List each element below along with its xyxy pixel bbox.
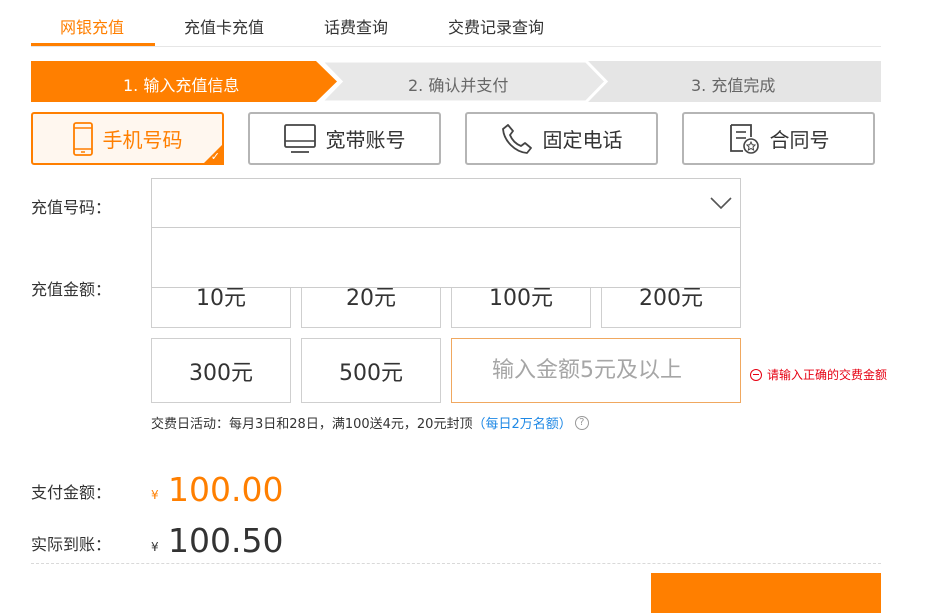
type-card-landline[interactable]: 固定电话: [465, 112, 658, 165]
tab-payment-records[interactable]: 交费记录查询: [448, 14, 544, 38]
pay-currency: ¥: [151, 488, 159, 502]
error-icon: [750, 368, 762, 381]
number-select[interactable]: [151, 178, 741, 228]
type-card-label: 宽带账号: [325, 128, 406, 152]
amount-label: 充值金额：: [31, 280, 112, 299]
promo-quota-link[interactable]: （每日2万名额）: [472, 413, 571, 432]
telephone-icon: [501, 123, 533, 155]
amount-option-500[interactable]: 500元: [301, 338, 441, 403]
contract-icon: [728, 123, 760, 155]
monitor-icon: [283, 123, 316, 154]
divider: [31, 563, 881, 564]
amount-error-text: 请输入正确的交费金额: [767, 368, 888, 382]
promo-notice: 交费日活动：每月3日和28日，满100送4元，20元封顶 （每日2万名额） ?: [151, 413, 589, 432]
chevron-down-icon[interactable]: [710, 195, 732, 214]
check-icon: ✓: [210, 150, 220, 163]
tab-balance-query[interactable]: 话费查询: [324, 14, 388, 38]
actual-amount-value: 100.50: [168, 521, 284, 560]
progress-steps: 1. 输入充值信息 2. 确认并支付 3. 充值完成: [31, 61, 881, 102]
actual-amount-label: 实际到账：: [31, 535, 112, 554]
amount-option-300[interactable]: 300元: [151, 338, 291, 403]
tab-recharge-card[interactable]: 充值卡充值: [184, 14, 264, 38]
step-3-label: 3. 充值完成: [691, 76, 776, 95]
type-card-label: 手机号码: [102, 128, 183, 152]
step-2-label: 2. 确认并支付: [408, 76, 509, 95]
question-icon[interactable]: ?: [574, 415, 589, 430]
pay-amount-value: 100.00: [168, 470, 284, 509]
submit-button[interactable]: [651, 573, 881, 613]
number-input[interactable]: [162, 189, 686, 219]
number-dropdown-panel: [151, 228, 741, 288]
type-card-contract[interactable]: 合同号: [682, 112, 875, 165]
type-card-label: 合同号: [769, 128, 830, 152]
pay-amount-label: 支付金额：: [31, 483, 112, 502]
type-card-label: 固定电话: [542, 128, 623, 152]
custom-amount-input[interactable]: [451, 338, 741, 403]
type-card-mobile[interactable]: 手机号码 ✓: [31, 112, 224, 165]
type-card-broadband[interactable]: 宽带账号: [248, 112, 441, 165]
active-tab-indicator: [31, 43, 155, 46]
actual-currency: ¥: [151, 540, 159, 554]
amount-error: 请输入正确的交费金额: [750, 366, 887, 383]
promo-text: 交费日活动：每月3日和28日，满100送4元，20元封顶: [151, 417, 473, 432]
number-label: 充值号码：: [31, 198, 112, 217]
step-1-label: 1. 输入充值信息: [123, 76, 240, 95]
phone-icon: [72, 121, 93, 156]
tab-online-banking[interactable]: 网银充值: [60, 14, 124, 38]
